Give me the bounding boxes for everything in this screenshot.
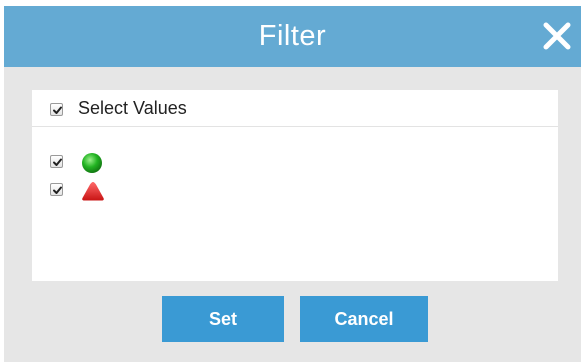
set-button[interactable]: Set: [162, 296, 284, 342]
item-checkbox-red[interactable]: [50, 183, 63, 196]
filter-item-green: [32, 150, 232, 174]
checkmark-icon: [53, 158, 62, 166]
cancel-button[interactable]: Cancel: [300, 296, 428, 342]
filter-item-red: [32, 178, 232, 202]
item-checkbox-green[interactable]: [50, 155, 63, 168]
checkmark-icon: [53, 186, 62, 194]
close-icon: [543, 22, 571, 50]
select-values-header: Select Values: [32, 90, 558, 127]
filter-dialog: Filter Select Values Set Cancel: [4, 6, 581, 362]
select-values-label[interactable]: Select Values: [78, 98, 187, 119]
green-circle-icon: [82, 153, 102, 173]
dialog-titlebar: Filter: [4, 6, 581, 67]
red-triangle-icon: [82, 182, 104, 201]
checkmark-icon: [53, 106, 62, 114]
values-panel: Select Values: [32, 90, 558, 281]
select-all-checkbox[interactable]: [50, 103, 63, 116]
dialog-title: Filter: [258, 20, 327, 52]
close-button[interactable]: [541, 20, 573, 52]
